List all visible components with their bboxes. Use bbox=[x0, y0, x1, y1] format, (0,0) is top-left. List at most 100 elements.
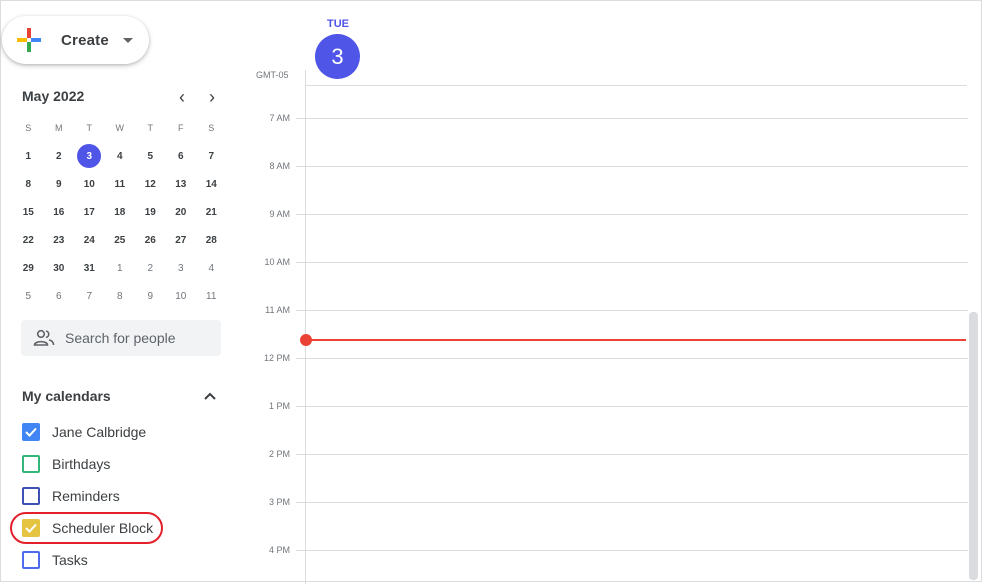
day-cell[interactable]: 20 bbox=[166, 198, 197, 226]
checkbox-unchecked[interactable] bbox=[22, 551, 40, 569]
day-cell[interactable]: 4 bbox=[105, 142, 136, 170]
hour-row[interactable]: 10 AM bbox=[250, 257, 968, 267]
day-cell[interactable]: 23 bbox=[44, 226, 75, 254]
checkmark-icon bbox=[25, 427, 37, 437]
day-cell[interactable]: 1 bbox=[105, 254, 136, 282]
day-cell[interactable]: 19 bbox=[135, 198, 166, 226]
calendar-item-label: Reminders bbox=[52, 488, 120, 504]
day-cell[interactable]: 5 bbox=[13, 282, 44, 310]
hour-row[interactable]: 11 AM bbox=[250, 305, 968, 315]
day-cell[interactable]: 8 bbox=[105, 282, 136, 310]
hour-row[interactable]: 4 PM bbox=[250, 545, 968, 555]
calendar-item-label: Tasks bbox=[52, 552, 88, 568]
day-cell[interactable]: 3 bbox=[166, 254, 197, 282]
day-cell[interactable]: 11 bbox=[196, 282, 227, 310]
hour-label: 8 AM bbox=[269, 161, 290, 171]
day-cell-today[interactable]: 3 bbox=[74, 142, 105, 170]
chevron-up-icon bbox=[204, 392, 216, 400]
day-number-button[interactable]: 3 bbox=[315, 34, 360, 79]
hour-label: 10 AM bbox=[264, 257, 290, 267]
my-calendars-title: My calendars bbox=[22, 388, 111, 404]
checkbox-checked[interactable] bbox=[22, 519, 40, 537]
day-cell[interactable]: 15 bbox=[13, 198, 44, 226]
calendar-item-birthdays[interactable]: Birthdays bbox=[22, 452, 110, 476]
day-cell[interactable]: 21 bbox=[196, 198, 227, 226]
day-cell[interactable]: 2 bbox=[44, 142, 75, 170]
hour-label: 9 AM bbox=[269, 209, 290, 219]
day-cell[interactable]: 24 bbox=[74, 226, 105, 254]
day-cell[interactable]: 1 bbox=[13, 142, 44, 170]
collapse-my-calendars-button[interactable] bbox=[200, 386, 220, 406]
weekday-header: S bbox=[25, 123, 32, 133]
day-cell[interactable]: 25 bbox=[105, 226, 136, 254]
prev-month-button[interactable]: ‹ bbox=[171, 86, 193, 108]
hour-gridline bbox=[296, 358, 968, 359]
checkbox-unchecked[interactable] bbox=[22, 487, 40, 505]
day-cell[interactable]: 14 bbox=[196, 170, 227, 198]
day-cell[interactable]: 28 bbox=[196, 226, 227, 254]
calendar-item-label: Scheduler Block bbox=[52, 520, 154, 536]
day-cell[interactable]: 17 bbox=[74, 198, 105, 226]
day-cell[interactable]: 16 bbox=[44, 198, 75, 226]
weekday-header: F bbox=[178, 123, 184, 133]
hour-gridline bbox=[296, 262, 968, 263]
hour-row[interactable]: 8 AM bbox=[250, 161, 968, 171]
header-divider bbox=[305, 85, 967, 86]
weekday-header: T bbox=[147, 123, 154, 133]
create-button[interactable]: Create bbox=[2, 16, 149, 64]
day-cell[interactable]: 2 bbox=[135, 254, 166, 282]
calendar-item-label: Birthdays bbox=[52, 456, 111, 472]
chevron-right-icon: › bbox=[209, 86, 215, 107]
hour-row[interactable]: 1 PM bbox=[250, 401, 968, 411]
week-row: 22 23 24 25 26 27 28 bbox=[13, 226, 227, 254]
day-cell[interactable]: 4 bbox=[196, 254, 227, 282]
week-row: 29 30 31 1 2 3 4 bbox=[13, 254, 227, 282]
checkbox-unchecked[interactable] bbox=[22, 455, 40, 473]
day-cell[interactable]: 13 bbox=[166, 170, 197, 198]
hour-row[interactable]: 7 AM bbox=[250, 113, 968, 123]
hour-row[interactable]: 3 PM bbox=[250, 497, 968, 507]
day-cell[interactable]: 22 bbox=[13, 226, 44, 254]
day-cell[interactable]: 10 bbox=[74, 170, 105, 198]
checkbox-checked[interactable] bbox=[22, 423, 40, 441]
hour-gridline bbox=[296, 406, 968, 407]
day-cell[interactable]: 26 bbox=[135, 226, 166, 254]
day-cell[interactable]: 18 bbox=[105, 198, 136, 226]
day-cell[interactable]: 9 bbox=[44, 170, 75, 198]
calendar-item-jane-calbridge[interactable]: Jane Calbridge bbox=[22, 420, 146, 444]
day-cell[interactable]: 7 bbox=[74, 282, 105, 310]
search-people-input[interactable]: Search for people bbox=[21, 320, 221, 356]
calendar-item-scheduler-block[interactable]: Scheduler Block bbox=[22, 516, 153, 540]
calendar-item-tasks[interactable]: Tasks bbox=[22, 548, 88, 572]
day-cell[interactable]: 31 bbox=[74, 254, 105, 282]
day-cell[interactable]: 29 bbox=[13, 254, 44, 282]
next-month-button[interactable]: › bbox=[201, 86, 223, 108]
day-cell[interactable]: 30 bbox=[44, 254, 75, 282]
hour-row[interactable]: 9 AM bbox=[250, 209, 968, 219]
caret-down-icon bbox=[122, 37, 133, 43]
search-people-placeholder: Search for people bbox=[65, 330, 176, 346]
day-cell[interactable]: 7 bbox=[196, 142, 227, 170]
day-cell[interactable]: 27 bbox=[166, 226, 197, 254]
day-cell[interactable]: 6 bbox=[44, 282, 75, 310]
day-cell[interactable]: 11 bbox=[105, 170, 136, 198]
scrollbar[interactable] bbox=[969, 312, 978, 580]
chevron-left-icon: ‹ bbox=[179, 86, 185, 107]
calendar-item-reminders[interactable]: Reminders bbox=[22, 484, 120, 508]
day-cell[interactable]: 9 bbox=[135, 282, 166, 310]
current-time-line bbox=[306, 339, 966, 341]
week-row: 15 16 17 18 19 20 21 bbox=[13, 198, 227, 226]
hour-label: 4 PM bbox=[268, 545, 290, 555]
hour-row[interactable]: 2 PM bbox=[250, 449, 968, 459]
hour-row[interactable]: 12 PM bbox=[250, 353, 968, 363]
weekday-header: M bbox=[55, 123, 63, 133]
checkmark-icon bbox=[25, 523, 37, 533]
hour-gridline bbox=[296, 166, 968, 167]
day-cell[interactable]: 5 bbox=[135, 142, 166, 170]
day-cell[interactable]: 8 bbox=[13, 170, 44, 198]
day-cell[interactable]: 10 bbox=[166, 282, 197, 310]
day-cell[interactable]: 6 bbox=[166, 142, 197, 170]
day-column-divider bbox=[305, 70, 306, 584]
day-cell[interactable]: 12 bbox=[135, 170, 166, 198]
current-time-dot bbox=[300, 334, 312, 346]
